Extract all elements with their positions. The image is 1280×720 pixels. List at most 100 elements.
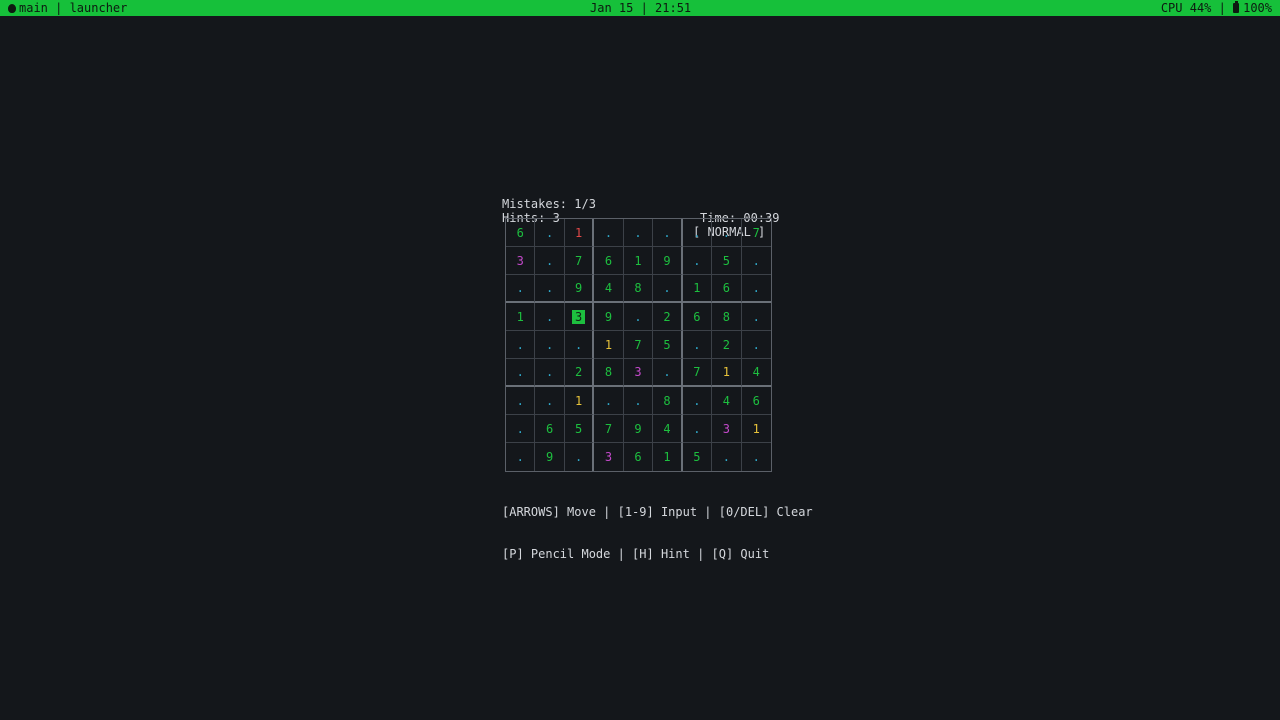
sudoku-cell[interactable]: 8	[653, 387, 683, 415]
sudoku-cell[interactable]: 6	[682, 303, 713, 331]
sudoku-cell[interactable]: 1	[682, 275, 713, 303]
sudoku-cell[interactable]: .	[535, 387, 565, 415]
sudoku-cell[interactable]: 3	[623, 359, 654, 387]
sudoku-cell[interactable]: 8	[712, 303, 742, 331]
sudoku-cell[interactable]: .	[741, 247, 771, 275]
sudoku-cell[interactable]: 1	[741, 415, 771, 443]
sudoku-cell[interactable]: 3	[564, 303, 595, 331]
sudoku-cell[interactable]: 1	[712, 359, 742, 387]
cell-value: 3	[604, 450, 613, 464]
sudoku-cell[interactable]: 2	[564, 359, 595, 387]
sudoku-cell[interactable]: .	[535, 219, 565, 247]
sudoku-cell[interactable]: 6	[594, 247, 624, 275]
sudoku-cell[interactable]: .	[741, 331, 771, 359]
sudoku-cell[interactable]: .	[535, 275, 565, 303]
cell-value: 4	[752, 365, 760, 379]
sudoku-cell[interactable]: 1	[564, 219, 595, 247]
sudoku-cell[interactable]: 3	[506, 247, 536, 275]
sudoku-cell[interactable]: .	[623, 387, 654, 415]
sudoku-cell[interactable]: 4	[594, 275, 624, 303]
cell-value: 6	[516, 225, 524, 240]
sudoku-cell[interactable]: .	[653, 219, 683, 247]
cell-value: 1	[574, 225, 583, 240]
sudoku-cell[interactable]: 6	[535, 415, 565, 443]
sudoku-cell[interactable]: .	[506, 387, 536, 415]
cell-value: .	[516, 337, 524, 352]
sudoku-cell[interactable]: 7	[564, 247, 595, 275]
sudoku-cell[interactable]: .	[623, 303, 654, 331]
sudoku-cell[interactable]: .	[594, 387, 624, 415]
sudoku-cell[interactable]: 7	[682, 359, 713, 387]
sudoku-cell[interactable]: 6	[712, 275, 742, 303]
sudoku-cell[interactable]: 3	[712, 415, 742, 443]
sudoku-cell[interactable]: .	[653, 359, 683, 387]
sudoku-cell[interactable]: 7	[594, 415, 624, 443]
help-line-actions: [P] Pencil Mode | [H] Hint | [Q] Quit	[502, 547, 770, 561]
sudoku-cell[interactable]: 6	[741, 387, 771, 415]
sudoku-cell[interactable]: .	[594, 219, 624, 247]
sudoku-cell[interactable]: .	[506, 275, 536, 303]
sudoku-cell[interactable]: 6	[506, 219, 536, 247]
sudoku-cell[interactable]: .	[565, 443, 595, 471]
sudoku-cell[interactable]: .	[682, 247, 713, 275]
sudoku-cell[interactable]: .	[653, 275, 683, 303]
sudoku-cell[interactable]: .	[506, 415, 536, 443]
sudoku-cell[interactable]: .	[682, 331, 713, 359]
sudoku-cell[interactable]: 1	[564, 387, 595, 415]
cell-value: 9	[546, 450, 554, 464]
sudoku-cell[interactable]: 2	[653, 303, 683, 331]
sudoku-cell[interactable]: 1	[623, 247, 654, 275]
sudoku-cell[interactable]: 1	[594, 331, 624, 359]
sudoku-cell[interactable]: 4	[653, 415, 683, 443]
cell-value: 7	[693, 365, 701, 379]
workspace-indicator[interactable]: main | launcher	[8, 0, 127, 16]
sudoku-cell[interactable]: 9	[535, 443, 565, 471]
cpu-usage: CPU 44%	[1160, 1, 1212, 15]
sudoku-cell[interactable]: 7	[623, 331, 654, 359]
sudoku-cell[interactable]: .	[506, 443, 536, 471]
sudoku-cell[interactable]: 5	[653, 331, 683, 359]
sudoku-cell[interactable]: 9	[564, 275, 595, 303]
sudoku-cell[interactable]: 1	[653, 443, 683, 471]
sudoku-cell[interactable]: .	[535, 247, 565, 275]
sudoku-cell[interactable]: .	[535, 359, 565, 387]
sudoku-cell[interactable]: 9	[623, 415, 654, 443]
sudoku-cell[interactable]: .	[623, 219, 654, 247]
sudoku-cell[interactable]: 5	[712, 247, 742, 275]
sudoku-cell[interactable]: .	[535, 331, 565, 359]
apple-icon[interactable]	[8, 4, 16, 13]
sudoku-cell[interactable]: 2	[712, 331, 742, 359]
cell-value: 1	[752, 421, 760, 436]
sudoku-cell[interactable]: 6	[624, 443, 654, 471]
sudoku-cell[interactable]: .	[741, 275, 771, 303]
sudoku-cell[interactable]: .	[712, 443, 742, 471]
cell-value: .	[663, 281, 671, 295]
sudoku-cell[interactable]: 8	[623, 275, 654, 303]
cell-value: 4	[722, 393, 730, 408]
sudoku-cell[interactable]: 9	[594, 303, 624, 331]
sudoku-cell[interactable]: 4	[741, 359, 771, 387]
cell-value: 3	[722, 421, 730, 436]
sudoku-cell[interactable]: .	[506, 359, 536, 387]
sudoku-cell[interactable]: 9	[653, 247, 683, 275]
sudoku-cell[interactable]: .	[564, 331, 595, 359]
sudoku-cell[interactable]: .	[682, 219, 713, 247]
cell-value: .	[516, 421, 524, 436]
help-line-controls: [ARROWS] Move | [1-9] Input | [0/DEL] Cl…	[502, 505, 813, 519]
sudoku-cell[interactable]: 5	[683, 443, 713, 471]
sudoku-cell[interactable]: 3	[594, 443, 624, 471]
sudoku-cell[interactable]: 4	[712, 387, 742, 415]
sudoku-cell[interactable]: .	[506, 331, 536, 359]
cell-value: .	[722, 450, 730, 464]
sudoku-cell[interactable]: 7	[741, 219, 771, 247]
sudoku-cell[interactable]: 1	[506, 303, 536, 331]
sudoku-cell[interactable]: 5	[564, 415, 595, 443]
cell-value: .	[752, 281, 760, 295]
sudoku-cell[interactable]: .	[535, 303, 565, 331]
sudoku-cell[interactable]: 8	[594, 359, 624, 387]
sudoku-cell[interactable]: .	[742, 443, 771, 471]
sudoku-cell[interactable]: .	[741, 303, 771, 331]
sudoku-cell[interactable]: .	[712, 219, 742, 247]
sudoku-cell[interactable]: .	[682, 415, 713, 443]
sudoku-cell[interactable]: .	[682, 387, 713, 415]
